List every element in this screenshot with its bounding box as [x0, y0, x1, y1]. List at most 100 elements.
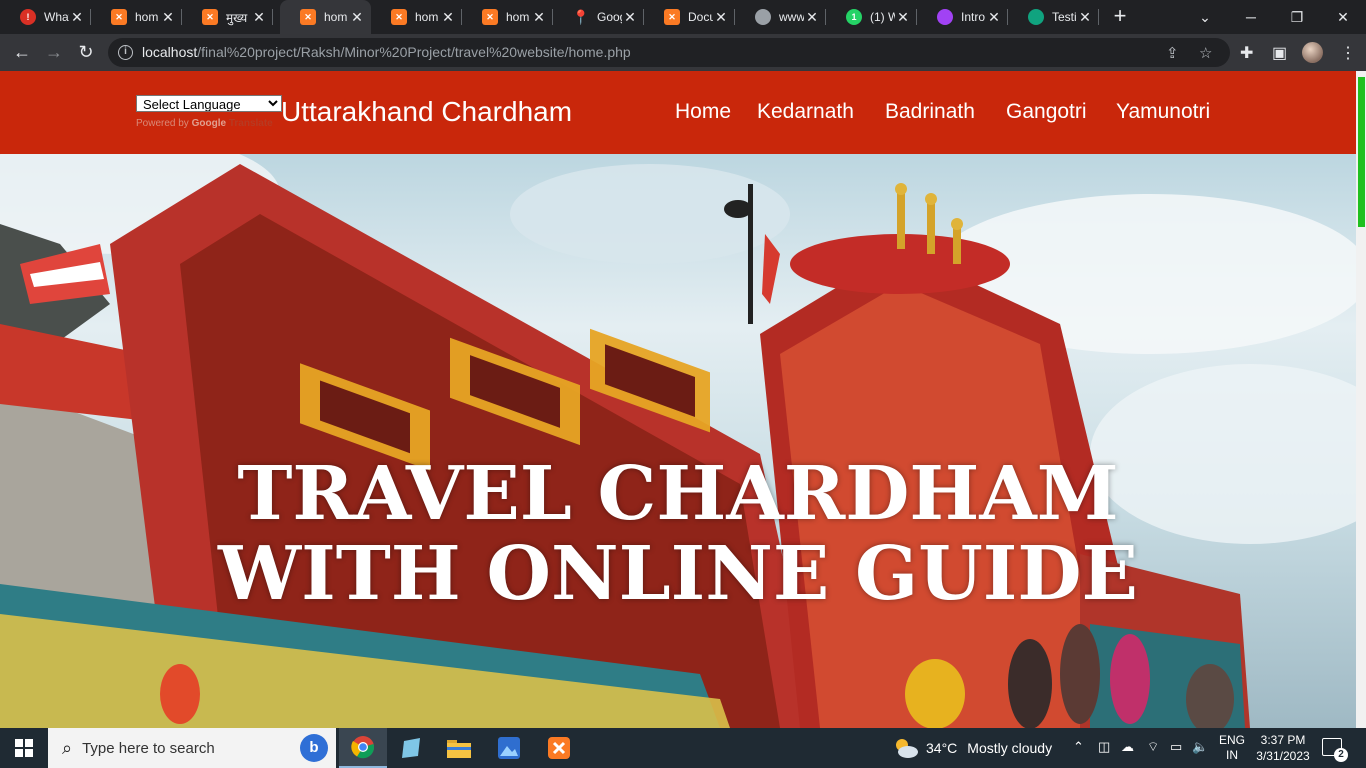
close-tab-icon[interactable]: ✕ [622, 9, 638, 26]
xampp-icon [548, 737, 570, 759]
tab-title: hom [324, 10, 348, 24]
minimize-button[interactable]: ─ [1228, 0, 1274, 34]
browser-tab[interactable]: ✕ मुख्य ✕ [182, 0, 273, 34]
browser-tab-active[interactable]: ✕ hom ✕ [280, 0, 371, 34]
weather-widget[interactable]: 34°C Mostly cloudy [893, 737, 1052, 759]
browser-tab[interactable]: ✕ hom ✕ [462, 0, 553, 34]
close-tab-icon[interactable]: ✕ [713, 9, 729, 26]
tab-title: Testi [1052, 10, 1077, 24]
page-viewport: Select Language Powered by Google Transl… [0, 71, 1356, 728]
tab-search-icon[interactable]: ⌄ [1182, 0, 1228, 34]
xampp-taskbar-app[interactable] [535, 728, 583, 768]
taskbar-clock[interactable]: 3:37 PM 3/31/2023 [1255, 732, 1311, 764]
menu-icon[interactable]: ⋮ [1340, 43, 1356, 63]
bookmark-star-icon[interactable]: ☆ [1199, 44, 1212, 62]
language-code: ENG [1219, 733, 1246, 747]
xampp-icon: ✕ [482, 9, 498, 25]
browser-tab[interactable]: www ✕ [735, 0, 826, 34]
battery-icon[interactable]: ▭ [1170, 739, 1182, 755]
scrollbar-thumb[interactable] [1358, 77, 1365, 227]
xampp-icon: ✕ [664, 9, 680, 25]
notification-center-icon[interactable] [1322, 738, 1348, 762]
google-translate-credit: Powered by Google Translate [136, 118, 273, 129]
windows-start-button[interactable] [0, 728, 48, 768]
powered-by-label: Powered by [136, 118, 189, 129]
xampp-icon: ✕ [202, 9, 218, 25]
browser-tab[interactable]: Intro ✕ [917, 0, 1008, 34]
bing-icon[interactable]: b [300, 734, 328, 762]
sticky-notes-icon [402, 738, 420, 758]
site-info-icon[interactable]: i [118, 45, 133, 60]
tab-title: Goog [597, 10, 622, 24]
site-brand[interactable]: Uttarakhand Chardham [281, 96, 572, 128]
close-tab-icon[interactable]: ✕ [895, 9, 911, 26]
temple-hero-image [0, 154, 1356, 728]
intro-icon [937, 9, 953, 25]
address-bar[interactable]: i localhost/final%20project/Raksh/Minor%… [108, 38, 1230, 67]
nav-link-home[interactable]: Home [675, 100, 731, 124]
show-hidden-icons-icon[interactable]: ⌃ [1073, 739, 1084, 755]
nav-link-gangotri[interactable]: Gangotri [1006, 100, 1087, 124]
tab-title: मुख्य [226, 10, 248, 25]
restore-button[interactable]: ❐ [1274, 0, 1320, 34]
tab-title: Docu [688, 10, 713, 24]
url-path: /final%20project/Raksh/Minor%20Project/t… [197, 44, 631, 60]
browser-toolbar: ← → ↻ i localhost/final%20project/Raksh/… [0, 34, 1366, 71]
notes-taskbar-app[interactable] [387, 728, 435, 768]
browser-tab[interactable]: ✕ Docu ✕ [644, 0, 735, 34]
translate-link[interactable]: Translate [229, 118, 273, 129]
close-tab-icon[interactable]: ✕ [804, 9, 820, 26]
browser-tab[interactable]: Testi ✕ [1008, 0, 1099, 34]
clock-time: 3:37 PM [1260, 733, 1306, 747]
url-host: localhost [142, 44, 198, 60]
share-icon[interactable]: ⇪ [1166, 44, 1179, 62]
photos-icon [498, 737, 520, 759]
language-select[interactable]: Select Language [136, 95, 282, 112]
new-tab-button[interactable]: + [1108, 5, 1132, 29]
volume-icon[interactable]: 🔈 [1192, 739, 1208, 755]
tab-title: www [779, 10, 804, 24]
back-button[interactable]: ← [8, 38, 36, 66]
close-tab-icon[interactable]: ✕ [1077, 9, 1093, 26]
meet-now-icon[interactable]: ◫ [1098, 739, 1110, 755]
nav-link-kedarnath[interactable]: Kedarnath [757, 100, 854, 124]
extensions-icon[interactable]: ✚ [1240, 43, 1253, 63]
close-window-button[interactable]: ✕ [1320, 0, 1366, 34]
close-tab-icon[interactable]: ✕ [440, 9, 456, 26]
browser-tab[interactable]: ! What ✕ [0, 0, 91, 34]
site-header: Select Language Powered by Google Transl… [0, 71, 1356, 154]
weather-condition: Mostly cloudy [967, 740, 1053, 756]
windows-logo-icon [15, 739, 33, 757]
browser-tab[interactable]: 📍 Goog ✕ [553, 0, 644, 34]
onedrive-cloud-icon[interactable]: ☁ [1121, 739, 1134, 755]
close-tab-icon[interactable]: ✕ [160, 9, 176, 26]
close-tab-icon[interactable]: ✕ [986, 9, 1002, 26]
close-tab-icon[interactable]: ✕ [251, 9, 267, 26]
forward-button[interactable]: → [40, 38, 68, 66]
close-tab-icon[interactable]: ✕ [531, 9, 547, 26]
taskbar-search[interactable]: ⌕ Type here to search b [48, 728, 336, 768]
nav-link-yamunotri[interactable]: Yamunotri [1116, 100, 1210, 124]
xampp-icon: ✕ [300, 9, 316, 25]
nav-link-badrinath[interactable]: Badrinath [885, 100, 975, 124]
wifi-icon[interactable]: ⌔ [1147, 739, 1159, 755]
page-scrollbar[interactable] [1356, 71, 1366, 728]
input-language-indicator[interactable]: ENG IN [1219, 733, 1245, 763]
maps-pin-icon: 📍 [572, 8, 590, 25]
reload-button[interactable]: ↻ [72, 38, 100, 66]
side-panel-icon[interactable]: ▣ [1272, 43, 1287, 63]
file-explorer-taskbar-app[interactable] [435, 728, 483, 768]
chrome-icon [351, 736, 375, 759]
close-tab-icon[interactable]: ✕ [349, 9, 365, 26]
photos-taskbar-app[interactable] [485, 728, 533, 768]
partly-cloudy-icon [896, 739, 918, 758]
browser-tab[interactable]: ✕ hom ✕ [371, 0, 462, 34]
profile-avatar[interactable] [1302, 42, 1323, 63]
browser-tab[interactable]: 1 (1) W ✕ [826, 0, 917, 34]
globe-icon [755, 9, 771, 25]
weather-temp: 34°C [926, 740, 958, 756]
chrome-taskbar-app[interactable] [339, 728, 387, 768]
browser-tab[interactable]: ✕ hom ✕ [91, 0, 182, 34]
close-tab-icon[interactable]: ✕ [69, 9, 85, 26]
url-text[interactable]: localhost/final%20project/Raksh/Minor%20… [142, 44, 631, 60]
